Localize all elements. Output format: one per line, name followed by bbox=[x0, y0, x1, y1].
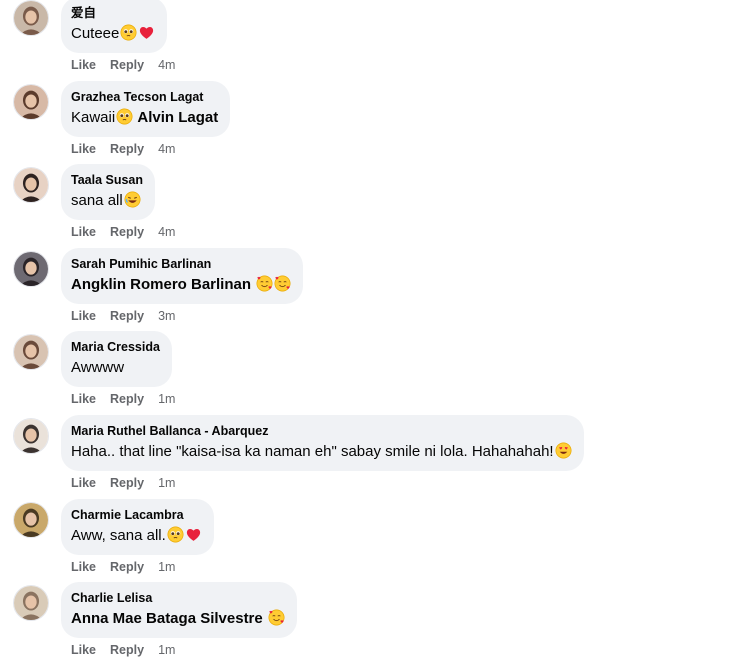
like-button[interactable]: Like bbox=[71, 559, 96, 575]
avatar[interactable] bbox=[13, 417, 49, 454]
reply-button[interactable]: Reply bbox=[110, 559, 144, 575]
like-button[interactable]: Like bbox=[71, 391, 96, 407]
comment-timestamp[interactable]: 3m bbox=[158, 308, 175, 324]
comment-actions: Like Reply 1m bbox=[71, 559, 175, 575]
comment-actions: Like Reply 4m bbox=[71, 57, 175, 73]
reply-button[interactable]: Reply bbox=[110, 141, 144, 157]
pleading-face-icon bbox=[116, 108, 133, 125]
heart-eyes-face-icon bbox=[555, 442, 572, 459]
comment-body: Awwww bbox=[71, 359, 125, 377]
comment-text: Haha.. that line "kaisa-isa ka naman eh"… bbox=[71, 442, 572, 462]
comment-text: Cuteee bbox=[71, 24, 155, 44]
like-button[interactable]: Like bbox=[71, 642, 96, 658]
comment-author[interactable]: Charlie Lelisa bbox=[71, 590, 285, 606]
like-button[interactable]: Like bbox=[71, 475, 96, 491]
mention-link[interactable]: Angklin Romero Barlinan bbox=[71, 276, 251, 293]
comment-author[interactable]: Grazhea Tecson Lagat bbox=[71, 89, 218, 105]
pleading-face-icon bbox=[167, 526, 184, 543]
comment-list: 爱自 Cuteee Like Reply 4m Grazhea Tecson Lagat K… bbox=[0, 0, 750, 666]
comment-bubble: Charmie Lacambra Aww, sana all. bbox=[61, 498, 214, 555]
like-button[interactable]: Like bbox=[71, 141, 96, 157]
comment-author[interactable]: Maria Ruthel Ballanca - Abarquez bbox=[71, 423, 572, 439]
comment-body: Haha.. that line "kaisa-isa ka naman eh"… bbox=[71, 442, 554, 460]
comment-timestamp[interactable]: 1m bbox=[158, 559, 175, 575]
like-button[interactable]: Like bbox=[71, 57, 96, 73]
red-heart-icon bbox=[185, 526, 202, 543]
comment-actions: Like Reply 1m bbox=[71, 475, 175, 491]
reply-button[interactable]: Reply bbox=[110, 475, 144, 491]
comment-timestamp[interactable]: 1m bbox=[158, 642, 175, 658]
comment-bubble: Maria Ruthel Ballanca - Abarquez Haha.. t… bbox=[61, 414, 584, 471]
smiling-face-with-hearts-icon bbox=[256, 275, 273, 292]
comment-body: Cuteee bbox=[71, 25, 120, 42]
comment-timestamp[interactable]: 4m bbox=[158, 141, 175, 157]
comment-bubble: Grazhea Tecson Lagat Kawaii Alvin Lagat bbox=[61, 80, 231, 137]
reply-button[interactable]: Reply bbox=[110, 224, 144, 240]
comment-author[interactable]: Sarah Pumihic Barlinan bbox=[71, 256, 291, 272]
comment-body: sana all bbox=[71, 192, 123, 210]
avatar[interactable] bbox=[13, 585, 49, 622]
comment-timestamp[interactable]: 4m bbox=[158, 224, 175, 240]
comment-actions: Like Reply 4m bbox=[71, 224, 175, 240]
comment-timestamp[interactable]: 4m bbox=[158, 57, 175, 73]
reply-button[interactable]: Reply bbox=[110, 642, 144, 658]
comment-author[interactable]: Maria Cressida bbox=[71, 339, 160, 355]
comment-bubble: 爱自 Cuteee bbox=[61, 0, 168, 53]
comment: Sarah Pumihic Barlinan Angklin Romero Bar… bbox=[0, 247, 750, 332]
comment: 爱自 Cuteee Like Reply 4m bbox=[0, 0, 750, 81]
avatar[interactable] bbox=[13, 167, 49, 204]
comment-text: Aww, sana all. bbox=[71, 526, 202, 546]
smiling-face-with-hearts-icon bbox=[274, 275, 291, 292]
mention-link[interactable]: Anna Mae Bataga Silvestre bbox=[71, 610, 263, 627]
comment-bubble: Taala Susan sana all bbox=[61, 164, 156, 221]
comment-actions: Like Reply 1m bbox=[71, 642, 175, 658]
mention-link[interactable]: Alvin Lagat bbox=[137, 109, 218, 126]
comment-body: Aww, sana all. bbox=[71, 526, 166, 544]
rolling-laughing-face-icon bbox=[124, 191, 141, 208]
avatar[interactable] bbox=[13, 501, 49, 538]
comment: Maria Cressida Awwww Like Reply 1m bbox=[0, 331, 750, 415]
comment: Charlie Lelisa Anna Mae Bataga Silvestre … bbox=[0, 582, 750, 666]
comment-text: Anna Mae Bataga Silvestre bbox=[71, 609, 285, 629]
comment: Grazhea Tecson Lagat Kawaii Alvin Lagat Li… bbox=[0, 80, 750, 165]
comment: Maria Ruthel Ballanca - Abarquez Haha.. t… bbox=[0, 414, 750, 499]
comment-body: Kawaii bbox=[71, 108, 116, 126]
comment-text: Awwww bbox=[71, 358, 160, 378]
comment-actions: Like Reply 1m bbox=[71, 391, 175, 407]
comment-text: Kawaii Alvin Lagat bbox=[71, 108, 218, 128]
comment: Taala Susan sana all Like Reply 4m bbox=[0, 164, 750, 248]
comment-actions: Like Reply 4m bbox=[71, 141, 175, 157]
smiling-face-with-hearts-icon bbox=[268, 609, 285, 626]
comment-timestamp[interactable]: 1m bbox=[158, 475, 175, 491]
reply-button[interactable]: Reply bbox=[110, 308, 144, 324]
reply-button[interactable]: Reply bbox=[110, 57, 144, 73]
comment-bubble: Charlie Lelisa Anna Mae Bataga Silvestre bbox=[61, 582, 297, 639]
pleading-face-icon bbox=[120, 24, 137, 41]
comment-timestamp[interactable]: 1m bbox=[158, 391, 175, 407]
comment: Charmie Lacambra Aww, sana all. Like Reply 1… bbox=[0, 498, 750, 583]
comment-actions: Like Reply 3m bbox=[71, 308, 175, 324]
comment-bubble: Maria Cressida Awwww bbox=[61, 331, 172, 388]
reply-button[interactable]: Reply bbox=[110, 391, 144, 407]
avatar[interactable] bbox=[13, 334, 49, 371]
comment-text: Angklin Romero Barlinan bbox=[71, 275, 291, 295]
avatar[interactable] bbox=[13, 250, 49, 287]
comment-author[interactable]: Taala Susan bbox=[71, 172, 143, 188]
comment-text: sana all bbox=[71, 191, 143, 211]
like-button[interactable]: Like bbox=[71, 308, 96, 324]
like-button[interactable]: Like bbox=[71, 224, 96, 240]
avatar[interactable] bbox=[13, 0, 49, 36]
avatar[interactable] bbox=[13, 83, 49, 120]
comment-author[interactable]: Charmie Lacambra bbox=[71, 507, 202, 523]
comment-bubble: Sarah Pumihic Barlinan Angklin Romero Bar… bbox=[61, 247, 304, 304]
red-heart-icon bbox=[138, 24, 155, 41]
comment-author[interactable]: 爱自 bbox=[71, 5, 155, 21]
